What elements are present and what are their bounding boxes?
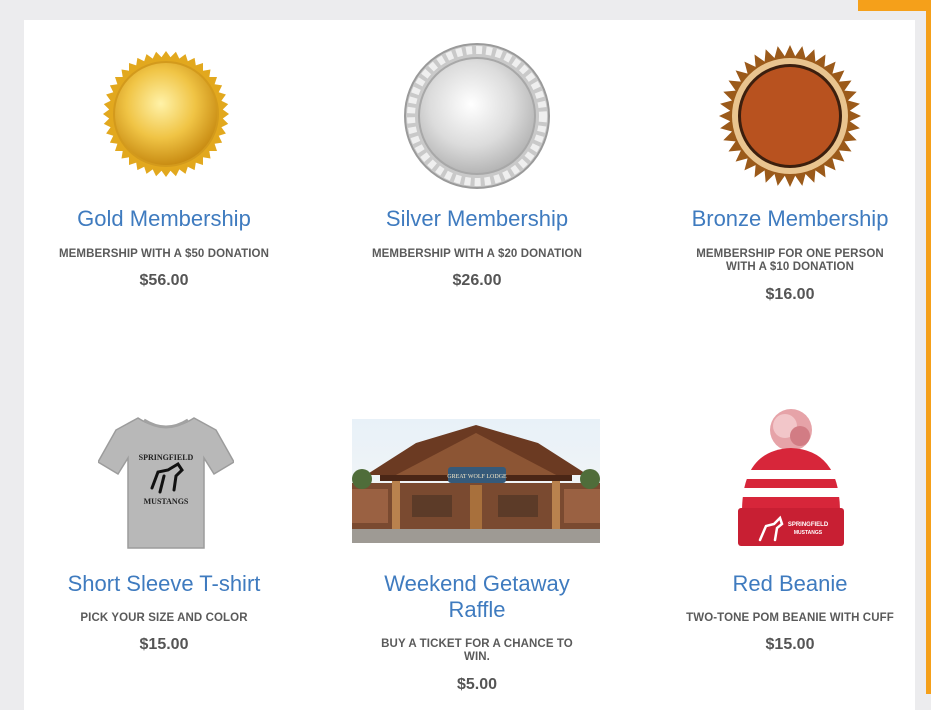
description-line: BUY A TICKET FOR A CHANCE TO bbox=[381, 638, 573, 650]
gold-medal-icon[interactable] bbox=[102, 50, 230, 178]
product-description: MEMBERSHIP WITH A $20 DONATION bbox=[371, 248, 583, 260]
shirt-print-top: SPRINGFIELD bbox=[139, 453, 194, 462]
product-title[interactable]: Bronze Membership bbox=[640, 206, 931, 232]
beanie-image[interactable]: SPRINGFIELD MUSTANGS bbox=[730, 408, 852, 550]
product-description: TWO-TONE POM BEANIE WITH CUFF bbox=[686, 612, 894, 624]
product-description: BUY A TICKET FOR A CHANCE TO WIN. bbox=[327, 638, 627, 664]
title-line[interactable]: Weekend Getaway bbox=[327, 571, 627, 597]
description-line: MEMBERSHIP FOR ONE PERSON bbox=[696, 248, 884, 260]
tshirt-image[interactable]: SPRINGFIELD MUSTANGS bbox=[98, 412, 234, 552]
product-price: $16.00 bbox=[765, 286, 815, 303]
accent-tab bbox=[858, 0, 931, 11]
product-price: $26.00 bbox=[452, 272, 502, 289]
description-line: WITH A $10 DONATION bbox=[726, 261, 854, 273]
product-title[interactable]: Weekend Getaway Raffle bbox=[327, 571, 627, 623]
lodge-sign: GREAT WOLF LODGE bbox=[447, 474, 507, 480]
product-price: $56.00 bbox=[139, 272, 189, 289]
product-title[interactable]: Red Beanie bbox=[640, 571, 931, 597]
product-title[interactable]: Short Sleeve T-shirt bbox=[14, 571, 314, 597]
description-line: WIN. bbox=[464, 651, 490, 663]
beanie-print-bottom: MUSTANGS bbox=[794, 530, 823, 536]
product-description: MEMBERSHIP FOR ONE PERSON WITH A $10 DON… bbox=[640, 248, 931, 274]
product-title[interactable]: Silver Membership bbox=[327, 206, 627, 232]
product-grid: Gold Membership MEMBERSHIP WITH A $50 DO… bbox=[24, 20, 915, 710]
silver-medal-icon[interactable] bbox=[401, 40, 553, 192]
product-price: $15.00 bbox=[139, 636, 189, 653]
product-price: $15.00 bbox=[765, 636, 815, 653]
beanie-print-top: SPRINGFIELD bbox=[788, 522, 829, 528]
lodge-photo[interactable]: GREAT WOLF LODGE bbox=[352, 419, 600, 543]
shirt-print-bottom: MUSTANGS bbox=[144, 497, 189, 506]
product-description: MEMBERSHIP WITH A $50 DONATION bbox=[58, 248, 270, 260]
bronze-medal-icon[interactable] bbox=[718, 44, 862, 188]
product-title[interactable]: Gold Membership bbox=[14, 206, 314, 232]
product-description: PICK YOUR SIZE AND COLOR bbox=[80, 612, 248, 624]
product-price: $5.00 bbox=[456, 676, 498, 693]
title-line[interactable]: Raffle bbox=[327, 597, 627, 623]
